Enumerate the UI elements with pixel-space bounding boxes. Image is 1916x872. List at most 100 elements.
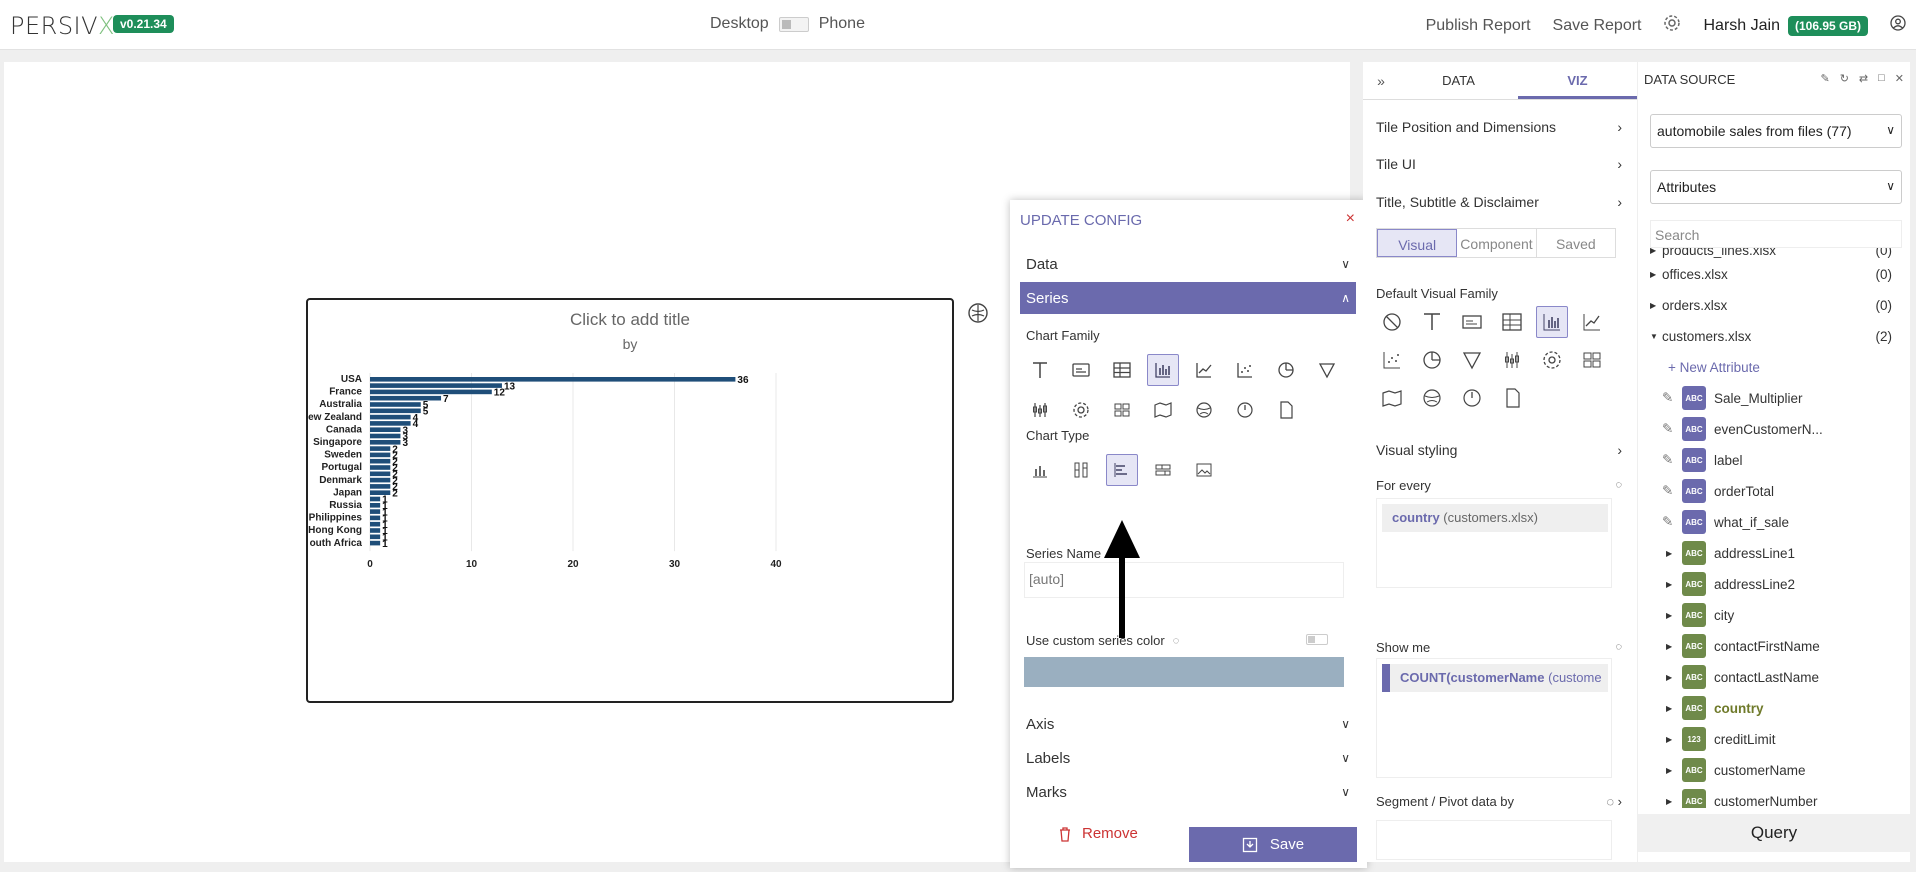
field-row[interactable]: ▶ ABC contactFirstName [1662, 634, 1900, 658]
custom-gear-icon[interactable] [1536, 344, 1568, 376]
tab-data[interactable]: DATA [1399, 62, 1518, 99]
funnel-icon[interactable] [1456, 344, 1488, 376]
gauge-icon[interactable] [1456, 382, 1488, 414]
accordion-series[interactable]: Series ∧ [1020, 282, 1356, 314]
table-icon[interactable] [1106, 354, 1138, 386]
kpi-card-icon[interactable] [1065, 354, 1097, 386]
expand-triangle-icon[interactable]: ▶ [1662, 797, 1682, 806]
horizontal-bar-icon[interactable] [1106, 454, 1138, 486]
horizontal-stacked-icon[interactable] [1147, 454, 1179, 486]
series-name-input[interactable]: [auto] [1024, 562, 1344, 598]
device-switch[interactable] [778, 16, 809, 32]
custom-attr-row[interactable]: ✎ ABC Sale_Multiplier [1662, 386, 1900, 410]
file-row[interactable]: ▶ offices.xlsx (0) [1650, 262, 1900, 286]
tab-visual[interactable]: Visual [1377, 229, 1458, 257]
show-me-dropzone[interactable]: COUNT(customerName (custome [1376, 658, 1612, 778]
line-chart-icon[interactable] [1576, 306, 1608, 338]
chart-tile[interactable]: Click to add title by 0 10 20 30 40 36 13 12 7 5 5… [306, 298, 954, 703]
funnel-icon[interactable] [1311, 354, 1343, 386]
image-icon[interactable] [1188, 454, 1220, 486]
accordion-data[interactable]: Data ∨ [1020, 248, 1356, 280]
visual-styling-row[interactable]: Visual styling › [1376, 437, 1622, 463]
field-row[interactable]: ▶ ABC customerName [1662, 758, 1900, 782]
globe-icon[interactable] [1416, 382, 1448, 414]
file-row[interactable]: ▶ orders.xlsx (0) [1650, 293, 1900, 317]
grid-layout-icon[interactable] [1106, 394, 1138, 426]
candlestick-icon[interactable] [1024, 394, 1056, 426]
expand-triangle-icon[interactable]: ▶ [1662, 766, 1682, 775]
field-row[interactable]: ▶ ABC contactLastName [1662, 665, 1900, 689]
pencil-icon[interactable]: ✎ [1662, 452, 1682, 468]
user-menu[interactable]: Harsh Jain (106.95 GB) [1703, 15, 1868, 36]
field-row[interactable]: ▶ ABC customerNumber [1662, 789, 1900, 808]
custom-attr-row[interactable]: ✎ ABC evenCustomerN... [1662, 417, 1900, 441]
for-every-field-pill[interactable]: country (customers.xlsx) [1382, 504, 1608, 532]
document-icon[interactable] [1270, 394, 1302, 426]
kpi-card-icon[interactable] [1456, 306, 1488, 338]
settings-gear-icon[interactable] [1663, 14, 1681, 37]
user-avatar-icon[interactable] [1890, 15, 1906, 36]
remove-button[interactable]: Remove [1058, 825, 1138, 842]
sync-icon[interactable]: ⇄ [1859, 72, 1868, 85]
pencil-icon[interactable]: ✎ [1662, 421, 1682, 437]
save-report-button[interactable]: Save Report [1553, 17, 1642, 35]
save-button[interactable]: Save [1189, 827, 1357, 862]
text-chart-icon[interactable] [1024, 354, 1056, 386]
custom-attr-row[interactable]: ✎ ABC orderTotal [1662, 479, 1900, 503]
stacked-bar-icon[interactable] [1065, 454, 1097, 486]
new-attribute-button[interactable]: + New Attribute [1668, 355, 1900, 379]
refresh-icon[interactable]: ↻ [1840, 72, 1849, 85]
expand-triangle-icon[interactable]: ▶ [1662, 642, 1682, 651]
expand-triangle-icon[interactable]: ▶ [1662, 735, 1682, 744]
bar-chart-icon[interactable] [1147, 354, 1179, 386]
field-row[interactable]: ▶ 123 creditLimit [1662, 727, 1900, 751]
accordion-marks[interactable]: Marks ∨ [1020, 776, 1356, 808]
custom-gear-icon[interactable] [1065, 394, 1097, 426]
segment-row[interactable]: Segment / Pivot data by ◌ › [1376, 788, 1622, 814]
globe-icon[interactable] [1188, 394, 1220, 426]
tab-viz[interactable]: VIZ [1518, 62, 1637, 99]
custom-color-toggle[interactable] [1306, 634, 1328, 645]
expand-triangle-icon[interactable]: ▶ [1662, 673, 1682, 682]
close-icon[interactable]: × [1346, 210, 1355, 228]
file-row-expanded[interactable]: ▼ customers.xlsx (2) [1650, 324, 1900, 348]
document-icon[interactable] [1496, 382, 1528, 414]
tab-component[interactable]: Component [1457, 229, 1537, 257]
expand-triangle-icon[interactable]: ▶ [1662, 611, 1682, 620]
tab-saved[interactable]: Saved [1537, 229, 1615, 257]
pencil-icon[interactable]: ✎ [1662, 390, 1682, 406]
text-chart-icon[interactable] [1416, 306, 1448, 338]
title-subtitle-row[interactable]: Title, Subtitle & Disclaimer › [1376, 189, 1622, 215]
collapse-icon[interactable]: ✕ [1895, 72, 1904, 85]
map-icon[interactable] [1147, 394, 1179, 426]
data-source-select[interactable]: automobile sales from files (77) ∨ [1650, 114, 1902, 148]
tile-ui-row[interactable]: Tile UI › [1376, 151, 1622, 177]
custom-attr-row[interactable]: ✎ ABC label [1662, 448, 1900, 472]
line-chart-icon[interactable] [1188, 354, 1220, 386]
map-icon[interactable] [1376, 382, 1408, 414]
expand-triangle-icon[interactable]: ▶ [1662, 704, 1682, 713]
field-row[interactable]: ▶ ABC addressLine2 [1662, 572, 1900, 596]
pencil-icon[interactable]: ✎ [1662, 483, 1682, 499]
search-input[interactable]: Search [1650, 220, 1902, 248]
custom-attr-row[interactable]: ✎ ABC what_if_sale [1662, 510, 1900, 534]
none-icon[interactable] [1376, 306, 1408, 338]
query-button[interactable]: Query [1638, 814, 1910, 852]
pie-chart-icon[interactable] [1416, 344, 1448, 376]
scatter-chart-icon[interactable] [1376, 344, 1408, 376]
file-icon[interactable]: □ [1878, 72, 1885, 85]
ai-brain-icon[interactable] [963, 298, 993, 328]
candlestick-icon[interactable] [1496, 344, 1528, 376]
pie-chart-icon[interactable] [1270, 354, 1302, 386]
for-every-dropzone[interactable]: country (customers.xlsx) [1376, 498, 1612, 588]
accordion-labels[interactable]: Labels ∨ [1020, 742, 1356, 774]
accordion-axis[interactable]: Axis ∨ [1020, 708, 1356, 740]
publish-report-button[interactable]: Publish Report [1426, 17, 1531, 35]
file-row[interactable]: ▶ products_lines.xlsx (0) [1650, 248, 1900, 262]
series-color-swatch[interactable] [1024, 657, 1344, 687]
field-row[interactable]: ▶ ABC city [1662, 603, 1900, 627]
expand-triangle-icon[interactable]: ▶ [1662, 580, 1682, 589]
show-me-field-pill[interactable]: COUNT(customerName (custome [1382, 664, 1608, 692]
bar-chart-icon[interactable] [1536, 306, 1568, 338]
info-icon[interactable]: ◌ [1615, 641, 1622, 653]
